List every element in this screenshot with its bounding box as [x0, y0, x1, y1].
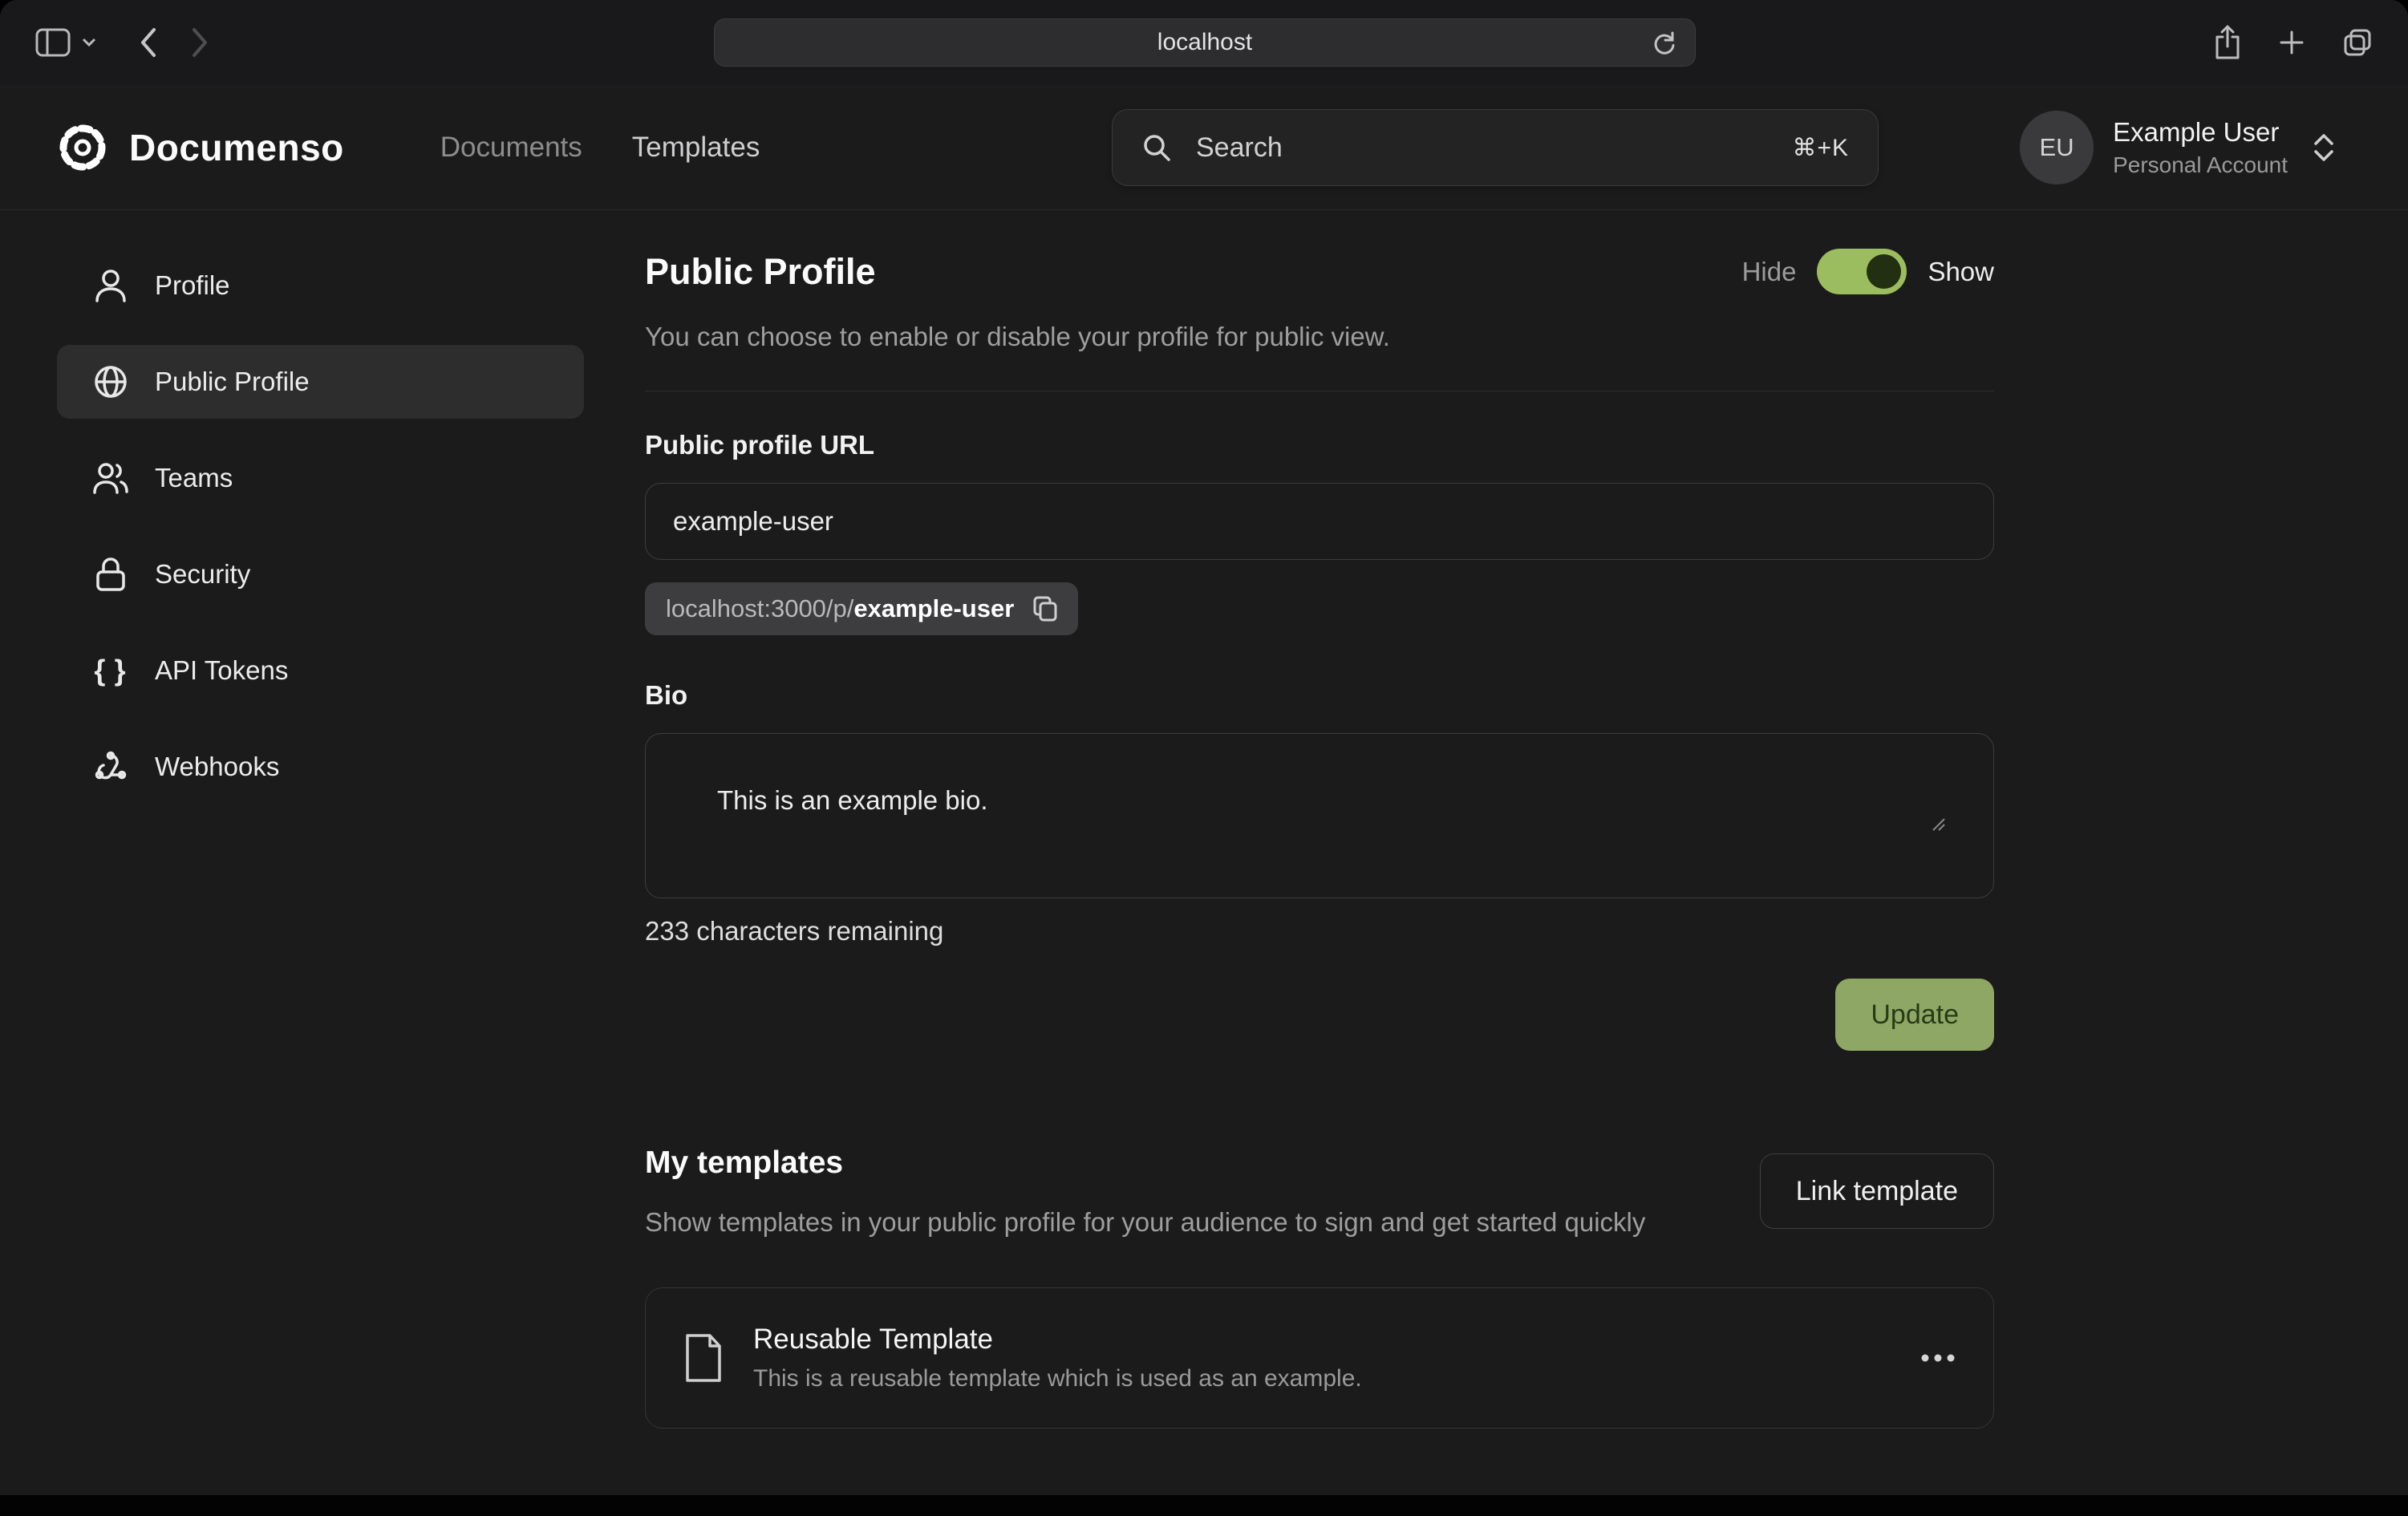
users-icon [92, 461, 129, 495]
toggle-knob [1867, 254, 1901, 289]
chevron-down-icon[interactable] [82, 38, 96, 47]
my-templates-description: Show templates in your public profile fo… [645, 1202, 1645, 1242]
new-tab-icon[interactable] [2278, 29, 2305, 56]
resize-handle[interactable] [1930, 755, 1988, 893]
toggle-show-label: Show [1928, 257, 1994, 287]
account-name: Example User [2113, 117, 2288, 148]
url-prefix: localhost:3000/p/ [666, 594, 853, 622]
sidebar-item-webhooks[interactable]: Webhooks [57, 730, 584, 804]
sidebar-item-teams[interactable]: Teams [57, 441, 584, 515]
template-card: Reusable Template This is a reusable tem… [645, 1287, 1994, 1429]
nav-documents[interactable]: Documents [440, 132, 582, 164]
share-icon[interactable] [2214, 25, 2241, 60]
template-name: Reusable Template [753, 1323, 1362, 1356]
update-button[interactable]: Update [1835, 979, 1994, 1051]
template-description: This is a reusable template which is use… [753, 1365, 1362, 1392]
top-nav: Documents Templates [440, 132, 760, 164]
sidebar-item-label: Profile [155, 270, 230, 301]
bio-text: This is an example bio. [717, 785, 988, 815]
account-menu[interactable]: EU Example User Personal Account [2020, 111, 2336, 184]
my-templates-title: My templates [645, 1145, 1645, 1181]
search-shortcut-badge: ⌘+K [1792, 134, 1849, 162]
user-icon [92, 268, 129, 303]
bio-label: Bio [645, 680, 1994, 711]
sidebar-item-profile[interactable]: Profile [57, 249, 584, 322]
sidebar-item-label: API Tokens [155, 655, 288, 686]
brand-name: Documenso [129, 126, 344, 169]
documenso-logo-icon [57, 122, 108, 173]
url-slug: example-user [853, 594, 1014, 622]
chevrons-up-down-icon [2312, 132, 2336, 163]
brand-logo[interactable]: Documenso [57, 122, 344, 173]
address-bar[interactable]: localhost [714, 18, 1696, 67]
forward-button[interactable] [191, 27, 209, 58]
browser-toolbar: localhost [0, 0, 2408, 85]
search-input[interactable]: Search ⌘+K [1112, 109, 1879, 186]
sidebar-item-label: Security [155, 559, 250, 590]
account-type: Personal Account [2113, 152, 2288, 178]
browser-window: localhost Documenso Documents [0, 0, 2408, 1516]
ellipsis-menu-button[interactable] [1920, 1352, 1956, 1364]
lock-icon [92, 557, 129, 592]
bio-textarea[interactable]: This is an example bio. [645, 733, 1994, 898]
sidebar-item-security[interactable]: Security [57, 537, 584, 611]
file-icon [683, 1333, 724, 1383]
sidebar-item-label: Webhooks [155, 752, 279, 782]
public-profile-panel: Public Profile Hide Show You can choose … [645, 249, 1994, 1429]
nav-templates[interactable]: Templates [632, 132, 760, 164]
address-bar-url: localhost [1157, 29, 1252, 56]
sidebar-item-label: Public Profile [155, 367, 310, 397]
tabs-overview-icon[interactable] [2342, 27, 2373, 58]
profile-visibility-toggle-group: Hide Show [1742, 249, 1994, 294]
page-subtitle: You can choose to enable or disable your… [645, 322, 1994, 352]
sidebar-item-public-profile[interactable]: Public Profile [57, 345, 584, 419]
profile-url-input[interactable] [645, 483, 1994, 560]
search-icon [1141, 132, 1172, 163]
globe-icon [92, 364, 129, 399]
toggle-hide-label: Hide [1742, 257, 1797, 287]
reload-icon[interactable] [1650, 29, 1679, 58]
window-bottom-edge [0, 1495, 2408, 1516]
settings-sidebar: Profile Public Profile Teams Security { … [57, 249, 584, 804]
page-title: Public Profile [645, 251, 876, 293]
profile-url-preview: localhost:3000/p/example-user [645, 582, 1078, 635]
braces-icon: { } [92, 654, 129, 687]
sidebar-item-label: Teams [155, 463, 233, 493]
profile-url-label: Public profile URL [645, 430, 1994, 460]
link-template-button[interactable]: Link template [1760, 1153, 1994, 1229]
sidebar-item-api-tokens[interactable]: { } API Tokens [57, 634, 584, 707]
webhook-icon [92, 749, 129, 784]
app-header: Documenso Documents Templates Search ⌘+K… [0, 85, 2408, 210]
search-placeholder: Search [1196, 132, 1283, 164]
profile-visibility-toggle[interactable] [1817, 249, 1907, 294]
avatar: EU [2020, 111, 2094, 184]
sidebar-panel-icon[interactable] [35, 28, 71, 57]
copy-icon[interactable] [1033, 596, 1057, 622]
characters-remaining: 233 characters remaining [645, 916, 1994, 946]
back-button[interactable] [140, 27, 157, 58]
